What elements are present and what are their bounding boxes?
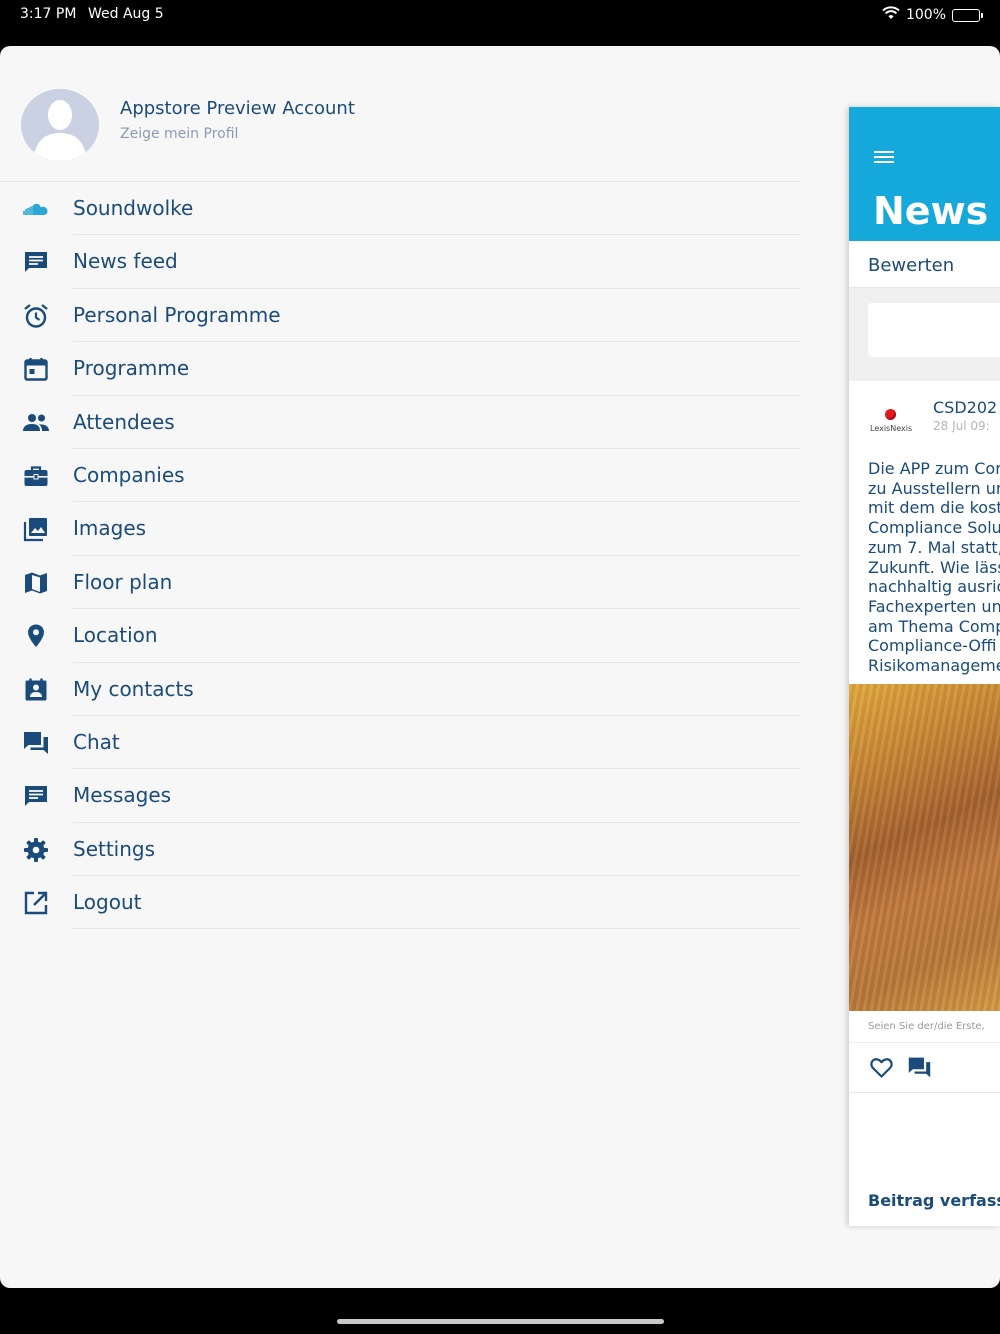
post-body: Die APP zum Cor zu Ausstellern un mit de… [868, 459, 1000, 676]
menu-label: Location [73, 623, 158, 648]
menu-label: Images [73, 516, 147, 541]
map-icon [22, 569, 50, 597]
post-date: 28 Jul 09: [933, 419, 990, 433]
post-line: mit dem die kost [868, 498, 1000, 518]
message-icon [22, 248, 50, 276]
menu-label: Companies [73, 462, 185, 487]
menu-item-location[interactable]: Location [0, 609, 800, 663]
post-line: nachhaltig ausric [868, 577, 1000, 597]
menu-label: Personal Programme [73, 302, 281, 327]
alarm-icon [22, 302, 50, 330]
hamburger-icon[interactable] [874, 151, 894, 165]
wifi-icon [882, 6, 900, 24]
like-hint: Seien Sie der/die Erste, [868, 1021, 985, 1032]
post-line: am Thema Comp [868, 616, 1000, 636]
newsfeed-panel[interactable]: News f Bewerten LexisNexis CSD202 28 Jul… [849, 107, 1000, 1226]
menu-label: Floor plan [73, 569, 173, 594]
menu-item-companies[interactable]: Companies [0, 449, 800, 503]
menu-item-programme[interactable]: Programme [0, 342, 800, 396]
post-line: Compliance-Offi [868, 636, 997, 656]
calendar-icon [22, 355, 50, 383]
cloud-icon [22, 195, 50, 223]
gear-icon [22, 836, 50, 864]
post-line: Zukunft. Wie läss [868, 557, 1000, 577]
profile-header[interactable]: Appstore Preview Account Zeige mein Prof… [0, 46, 800, 182]
profile-name[interactable]: Appstore Preview Account [120, 98, 355, 119]
heart-icon[interactable] [869, 1055, 894, 1080]
post-line: Compliance Solu [868, 518, 1000, 538]
post-input[interactable] [868, 303, 1000, 357]
side-menu: Soundwolke News feed Personal Programme … [0, 182, 800, 930]
menu-item-settings[interactable]: Settings [0, 823, 800, 877]
home-indicator[interactable] [337, 1319, 664, 1324]
compose-post-button[interactable]: Beitrag verfasse [868, 1191, 1000, 1210]
menu-label: Soundwolke [73, 196, 194, 220]
menu-label: Messages [73, 783, 172, 808]
post-image[interactable] [849, 684, 1000, 1011]
profile-link[interactable]: Zeige mein Profil [120, 126, 238, 142]
avatar-placeholder-icon [21, 89, 99, 161]
menu-item-logout[interactable]: Logout [0, 876, 800, 930]
external-link-icon [22, 889, 50, 917]
post-line: zu Ausstellern un [868, 478, 1000, 498]
message-icon [22, 782, 50, 810]
status-right: 100% [882, 6, 983, 24]
logo-text: LexisNexis [870, 424, 913, 433]
app-screen: Appstore Preview Account Zeige mein Prof… [0, 46, 1000, 1288]
menu-divider [73, 928, 800, 930]
tab-bewerten[interactable]: Bewerten [868, 255, 954, 276]
panel-header: News f [849, 107, 1000, 241]
menu-label: My contacts [73, 676, 194, 701]
contact-card-icon [22, 676, 50, 704]
avatar[interactable] [21, 89, 99, 161]
menu-label: Attendees [73, 409, 175, 434]
post-divider [849, 1092, 1000, 1093]
post-author[interactable]: CSD202 [933, 398, 997, 417]
menu-label: Chat [73, 729, 120, 754]
menu-item-attendees[interactable]: Attendees [0, 396, 800, 449]
menu-item-messages[interactable]: Messages [0, 769, 800, 823]
menu-item-my-contacts[interactable]: My contacts [0, 663, 800, 716]
post-line: Die APP zum Cor [868, 459, 1000, 478]
logo-mark-icon [885, 409, 896, 420]
images-icon [22, 515, 50, 543]
comment-icon[interactable] [907, 1055, 932, 1080]
menu-item-soundwolke[interactable]: Soundwolke [0, 182, 800, 236]
status-time: 3:17 PM [20, 6, 77, 22]
menu-item-chat[interactable]: Chat [0, 716, 800, 770]
post-line: zum 7. Mal statt, [868, 537, 1000, 557]
chat-icon [22, 729, 50, 757]
post-line: Fachexperten un [868, 596, 1000, 616]
post-divider [849, 1042, 1000, 1043]
menu-item-floor-plan[interactable]: Floor plan [0, 556, 800, 610]
menu-item-images[interactable]: Images [0, 502, 800, 556]
menu-label: Settings [73, 836, 156, 861]
company-logo: LexisNexis [866, 407, 914, 437]
menu-item-personal-programme[interactable]: Personal Programme [0, 289, 800, 343]
menu-label: Programme [73, 356, 190, 381]
panel-title: News f [873, 189, 1000, 233]
menu-label: News feed [73, 249, 178, 274]
battery-icon [952, 8, 983, 22]
people-icon [22, 409, 50, 437]
location-pin-icon [22, 622, 50, 650]
menu-item-news-feed[interactable]: News feed [0, 235, 800, 289]
status-date: Wed Aug 5 [88, 6, 164, 22]
menu-label: Logout [73, 890, 142, 915]
battery-percent: 100% [905, 7, 946, 23]
status-bar: 3:17 PM Wed Aug 5 100% [0, 0, 1000, 46]
post-line: Risikomanageme [868, 656, 1000, 676]
briefcase-icon [22, 462, 50, 490]
